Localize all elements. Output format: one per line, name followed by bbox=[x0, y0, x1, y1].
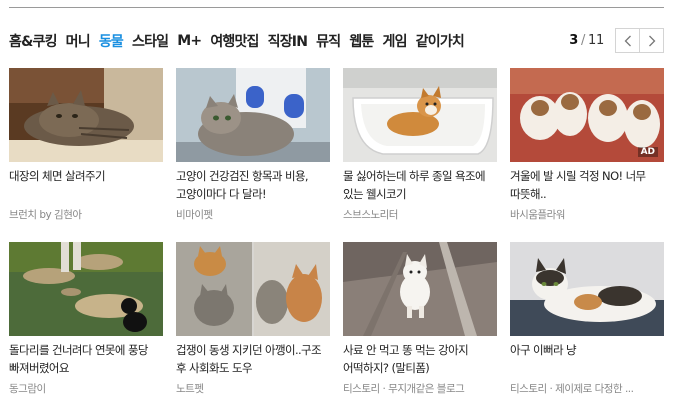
white-puppy-walking-icon bbox=[343, 242, 497, 336]
page-indicator: 3/11 bbox=[569, 33, 604, 48]
prev-page-button[interactable] bbox=[615, 28, 640, 53]
page-separator: / bbox=[580, 33, 586, 48]
card-thumbnail[interactable]: AD bbox=[510, 68, 664, 162]
content-card[interactable]: 아구 이뻐라 냥 티스토리 · 제이제로 다정한 ... bbox=[510, 242, 664, 396]
chevron-right-icon bbox=[648, 35, 655, 46]
dog-stepping-stones-icon bbox=[9, 242, 163, 336]
corgi-in-bathtub-icon bbox=[343, 68, 497, 162]
card-thumbnail[interactable] bbox=[343, 242, 497, 336]
tab-style[interactable]: 스타일 bbox=[132, 31, 169, 51]
card-title[interactable]: 물 싫어하는데 하루 종일 욕조에 있는 웰시코기 bbox=[343, 167, 497, 205]
next-page-button[interactable] bbox=[639, 28, 664, 53]
card-title[interactable]: 대장의 체면 살려주기 bbox=[9, 167, 163, 205]
tab-money[interactable]: 머니 bbox=[66, 31, 91, 51]
tab-animals[interactable]: 동물 bbox=[99, 31, 124, 51]
tab-webtoon[interactable]: 웹툰 bbox=[349, 31, 374, 51]
card-source: 동그람이 bbox=[9, 383, 46, 395]
card-source: 브런치 by 김현아 bbox=[9, 209, 82, 221]
card-source: 바시움플라워 bbox=[510, 209, 565, 221]
card-source: 스브스노리터 bbox=[343, 209, 398, 221]
pagination: 3/11 bbox=[569, 28, 664, 53]
page-total: 11 bbox=[588, 33, 604, 48]
card-title[interactable]: 아구 이뻐라 냥 bbox=[510, 341, 664, 379]
content-card[interactable]: 물 싫어하는데 하루 종일 욕조에 있는 웰시코기 스브스노리터 bbox=[343, 68, 497, 222]
ad-badge: AD bbox=[637, 147, 658, 157]
top-divider bbox=[9, 7, 664, 8]
card-source: 티스토리 · 제이제로 다정한 ... bbox=[510, 383, 634, 395]
card-thumbnail[interactable] bbox=[343, 68, 497, 162]
card-thumbnail[interactable] bbox=[9, 68, 163, 162]
tab-game[interactable]: 게임 bbox=[382, 31, 407, 51]
card-title[interactable]: 돌다리를 건너려다 연못에 풍당 빠져버렸어요 bbox=[9, 341, 163, 379]
card-source: 비마이펫 bbox=[176, 209, 213, 221]
content-card[interactable]: 돌다리를 건너려다 연못에 풍당 빠져버렸어요 동그람이 bbox=[9, 242, 163, 396]
content-card[interactable]: AD 겨울에 발 시릴 걱정 NO! 너무 따뜻해.. 바시움플라워 bbox=[510, 68, 664, 222]
card-title[interactable]: 사료 안 먹고 똥 먹는 강아지 어떡하지? (말티폼) bbox=[343, 341, 497, 379]
content-card[interactable]: 사료 안 먹고 똥 먹는 강아지 어떡하지? (말티폼) 티스토리 · 무지개같… bbox=[343, 242, 497, 396]
tab-together-value[interactable]: 같이가치 bbox=[416, 31, 465, 51]
tab-job[interactable]: 직장IN bbox=[268, 31, 308, 51]
calico-cat-lying-icon bbox=[510, 242, 664, 336]
card-source: 노트펫 bbox=[176, 383, 204, 395]
content-card[interactable]: 고양이 건강검진 항목과 비용, 고양이마다 다 달라! 비마이펫 bbox=[176, 68, 330, 222]
vet-examining-cat-icon bbox=[176, 68, 330, 162]
card-title[interactable]: 겨울에 발 시릴 걱정 NO! 너무 따뜻해.. bbox=[510, 167, 664, 205]
tab-music[interactable]: 뮤직 bbox=[316, 31, 341, 51]
content-card[interactable]: 겁쟁이 동생 지키던 아깽이..구조 후 사회화도 도우 노트펫 bbox=[176, 242, 330, 396]
card-thumbnail[interactable] bbox=[510, 242, 664, 336]
chevron-left-icon bbox=[624, 35, 631, 46]
card-thumbnail[interactable] bbox=[9, 242, 163, 336]
kittens-collage-icon bbox=[176, 242, 330, 336]
card-title[interactable]: 고양이 건강검진 항목과 비용, 고양이마다 다 달라! bbox=[176, 167, 330, 205]
tab-m-plus[interactable]: M+ bbox=[177, 33, 202, 49]
card-thumbnail[interactable] bbox=[176, 68, 330, 162]
category-tabs: 홈&쿠킹 머니 동물 스타일 M+ 여행맛집 직장IN 뮤직 웹툰 게임 같이가… bbox=[9, 30, 473, 52]
card-source: 티스토리 · 무지개같은 블로그 bbox=[343, 383, 465, 395]
card-thumbnail[interactable] bbox=[176, 242, 330, 336]
tab-travel-food[interactable]: 여행맛집 bbox=[210, 31, 259, 51]
page-current: 3 bbox=[569, 33, 578, 48]
tabby-cat-lying-icon bbox=[9, 68, 163, 162]
tab-home-cooking[interactable]: 홈&쿠킹 bbox=[9, 31, 57, 51]
content-card[interactable]: 대장의 체면 살려주기 브런치 by 김현아 bbox=[9, 68, 163, 222]
card-title[interactable]: 겁쟁이 동생 지키던 아깽이..구조 후 사회화도 도우 bbox=[176, 341, 330, 379]
